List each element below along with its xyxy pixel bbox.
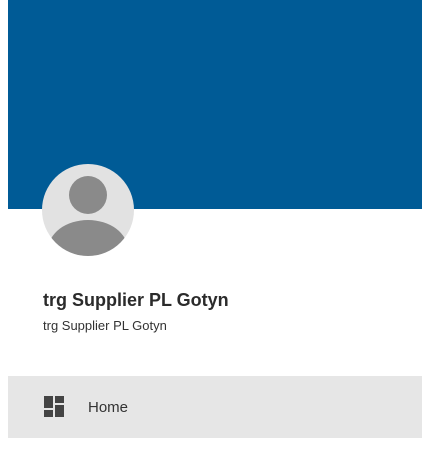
profile-name: trg Supplier PL Gotyn bbox=[43, 290, 229, 310]
profile-panel: trg Supplier PL Gotyn trg Supplier PL Go… bbox=[0, 0, 422, 454]
profile-subtitle: trg Supplier PL Gotyn bbox=[43, 318, 167, 333]
nav-item-home[interactable]: Home bbox=[8, 376, 422, 438]
default-user-avatar-icon bbox=[48, 176, 128, 256]
dashboard-icon bbox=[44, 396, 64, 417]
nav-item-label: Home bbox=[88, 398, 129, 416]
user-avatar bbox=[42, 164, 134, 256]
